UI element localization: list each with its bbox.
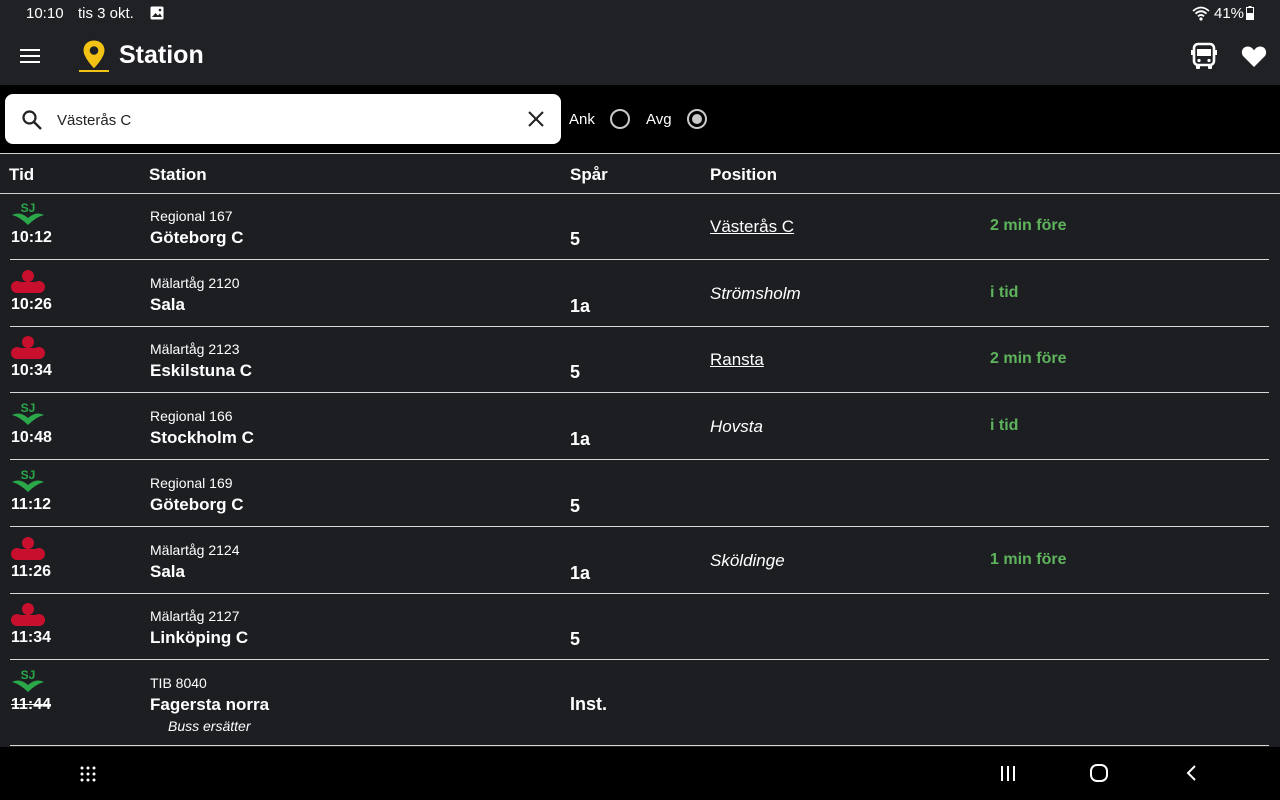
battery-icon — [1246, 6, 1254, 20]
departure-time: 10:26 — [11, 295, 52, 313]
sj-logo-icon: SJ — [10, 668, 46, 694]
table-row[interactable]: 10:34 Mälartåg 2123 Eskilstuna C 5 Ransta 2 m… — [10, 326, 1269, 394]
train-name: Mälartåg 2127 — [150, 608, 240, 625]
header-position: Position — [710, 165, 778, 184]
svg-text:SJ: SJ — [21, 201, 36, 215]
table-row[interactable]: 10:26 Mälartåg 2120 Sala 1a Strömsholm i tid — [10, 260, 1269, 327]
departures-table: Tid Station Spår Position SJ 10:12 Regiona… — [0, 153, 1280, 747]
malartag-logo-icon — [10, 601, 46, 627]
departure-time: 10:48 — [11, 429, 52, 447]
destination: Göteborg C — [150, 228, 244, 247]
destination: Stockholm C — [150, 428, 254, 448]
app-bar: Station — [0, 28, 1280, 85]
recent-apps-icon[interactable] — [998, 763, 1018, 783]
destination: Linköping C — [150, 628, 249, 648]
header-track: Spår — [570, 165, 608, 184]
train-name: Mälartåg 2123 — [150, 341, 240, 358]
departure-time: 10:34 — [11, 362, 52, 380]
train-position: Hovsta — [710, 417, 763, 437]
delay-status: 2 min före — [990, 217, 1067, 234]
svg-text:SJ: SJ — [21, 401, 36, 415]
table-row[interactable]: 11:34 Mälartåg 2127 Linköping C 5 — [10, 593, 1269, 661]
search-icon — [22, 110, 42, 130]
train-name: Mälartåg 2124 — [150, 541, 240, 558]
destination: Sala — [150, 294, 185, 314]
malartag-logo-icon — [10, 268, 46, 294]
status-date: tis 3 okt. — [78, 5, 134, 22]
sj-logo-icon: SJ — [10, 401, 46, 427]
arrival-radio[interactable] — [610, 109, 630, 129]
table-row[interactable]: SJ 10:12 Regional 167 Göteborg C 5 Västerås C… — [10, 193, 1269, 260]
destination: Eskilstuna C — [150, 361, 253, 381]
train-position-link[interactable]: Ransta — [710, 350, 764, 370]
status-time: 10:10 — [26, 5, 64, 22]
train-name: Regional 169 — [150, 474, 233, 491]
track: 5 — [570, 362, 581, 383]
header-time: Tid — [9, 165, 35, 184]
destination: Fagersta norra — [150, 694, 270, 714]
apps-grid-icon[interactable] — [79, 765, 97, 783]
table-row[interactable]: SJ 11:44 TIB 8040 Fagersta norra Buss ersätt… — [10, 660, 1269, 746]
track: 5 — [570, 629, 581, 650]
track: 5 — [570, 229, 581, 249]
location-pin-icon — [79, 39, 109, 72]
train-name: TIB 8040 — [150, 674, 207, 691]
train-position: Strömsholm — [710, 283, 801, 303]
svg-text:SJ: SJ — [21, 468, 36, 482]
search-row: Ank Avg — [0, 85, 1280, 153]
system-nav-bar — [0, 747, 1280, 800]
status-bar: 10:10 tis 3 okt. 41% — [0, 0, 1280, 28]
bus-icon[interactable] — [1190, 42, 1218, 70]
departure-time: 11:34 — [11, 629, 52, 647]
departure-radio-label: Avg — [646, 111, 672, 128]
image-notification-icon — [150, 6, 164, 20]
wifi-icon — [1192, 6, 1210, 21]
search-box[interactable] — [5, 94, 561, 144]
track: 1a — [570, 295, 591, 316]
row-note: Buss ersätter — [168, 717, 251, 734]
train-name: Mälartåg 2120 — [150, 274, 240, 291]
table-row[interactable]: 11:26 Mälartåg 2124 Sala 1a Sköldinge 1 min f… — [10, 527, 1269, 594]
back-icon[interactable] — [1182, 763, 1202, 783]
battery-percentage: 41% — [1214, 5, 1245, 22]
hamburger-menu-icon[interactable] — [19, 45, 41, 67]
departure-time: 11:26 — [11, 562, 52, 580]
delay-status: 1 min före — [990, 550, 1067, 568]
track: 1a — [570, 429, 591, 450]
svg-text:SJ: SJ — [21, 668, 36, 682]
track: 5 — [570, 495, 581, 516]
sj-logo-icon: SJ — [10, 201, 46, 227]
radio-selected-dot — [692, 114, 702, 124]
arrival-radio-label: Ank — [569, 111, 595, 128]
table-row[interactable]: SJ 10:48 Regional 166 Stockholm C 1a Hovsta i … — [10, 393, 1269, 461]
destination: Sala — [150, 561, 185, 581]
destination: Göteborg C — [150, 494, 244, 514]
malartag-logo-icon — [10, 334, 46, 360]
train-name: Regional 166 — [150, 408, 233, 425]
station-search-input[interactable] — [55, 106, 499, 134]
track: Inst. — [570, 693, 608, 714]
table-header: Tid Station Spår Position — [0, 153, 1280, 194]
home-icon[interactable] — [1089, 763, 1109, 783]
clear-search-icon[interactable] — [526, 109, 546, 129]
departure-time: 10:12 — [11, 229, 52, 246]
train-name: Regional 167 — [150, 208, 233, 224]
train-position-link[interactable]: Västerås C — [710, 217, 794, 237]
malartag-logo-icon — [10, 535, 46, 561]
page-title: Station — [119, 41, 204, 69]
track: 1a — [570, 562, 591, 583]
favorites-heart-icon[interactable] — [1241, 44, 1267, 68]
train-position: Sköldinge — [710, 550, 785, 570]
departure-time: 11:12 — [11, 495, 52, 513]
header-station: Station — [149, 165, 207, 184]
table-row[interactable]: SJ 11:12 Regional 169 Göteborg C 5 — [10, 460, 1269, 527]
departure-time: 11:44 — [11, 695, 52, 713]
delay-status: 2 min före — [990, 350, 1067, 368]
delay-status: i tid — [990, 283, 1019, 301]
departure-radio[interactable] — [687, 109, 707, 129]
delay-status: i tid — [990, 417, 1019, 435]
sj-logo-icon: SJ — [10, 468, 46, 494]
